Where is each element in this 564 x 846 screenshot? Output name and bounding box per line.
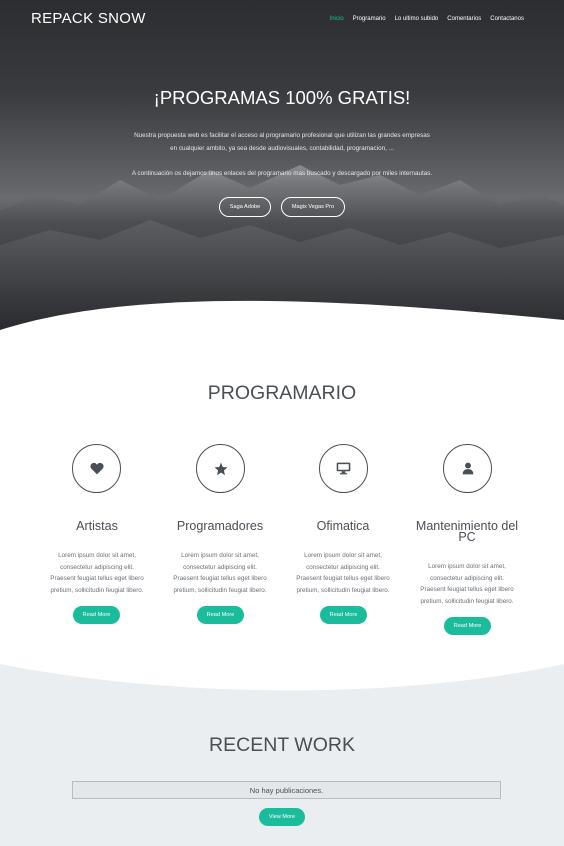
read-more-button-mantenimiento[interactable]: Read More <box>444 617 491 635</box>
read-more-button-ofimatica[interactable]: Read More <box>320 606 367 624</box>
service-title-mantenimiento: Mantenimiento del PC <box>415 519 519 544</box>
recent-work-title: RECENT WORK <box>209 734 355 756</box>
service-text-ofimatica: Lorem ipsum dolor sit amet, consectetur … <box>296 552 390 595</box>
programario-section: PROGRAMARIO Artistas Lorem ipsum dolor s… <box>0 330 564 700</box>
heart-icon-circle <box>72 444 121 493</box>
star-icon-circle <box>196 444 245 493</box>
nav-item-lo-ultimo-subido[interactable]: Lo ultimo subido <box>395 16 439 22</box>
nav-item-comentarios[interactable]: Comentarios <box>447 16 481 22</box>
monitor-icon-circle <box>319 444 368 493</box>
service-text-artistas: Lorem ipsum dolor sit amet, consectetur … <box>50 552 144 595</box>
magix-vegas-pro-button[interactable]: Magix Vegas Pro <box>281 197 345 217</box>
programario-title: PROGRAMARIO <box>207 382 357 404</box>
hero-section: REPACK SNOW Inicio Programario Lo ultimo… <box>0 0 564 330</box>
service-text-mantenimiento: Lorem ipsum dolor sit amet, consectetur … <box>420 563 514 606</box>
read-more-button-programadores[interactable]: Read More <box>197 606 244 624</box>
service-text-programadores: Lorem ipsum dolor sit amet, consectetur … <box>173 552 267 595</box>
service-title-programadores: Programadores <box>176 519 264 533</box>
hero-description-line3: A continuación os dejamos unos enlaces d… <box>131 170 433 177</box>
wave-divider-bottom <box>0 664 564 700</box>
service-title-ofimatica: Ofimatica <box>316 519 370 533</box>
star-icon <box>214 462 227 475</box>
nav-item-inicio[interactable]: Inicio <box>330 16 344 22</box>
view-more-button[interactable]: View More <box>259 808 305 826</box>
user-icon <box>462 462 473 475</box>
service-title-artistas: Artistas <box>76 519 118 533</box>
brand-logo[interactable]: REPACK SNOW <box>31 10 146 27</box>
read-more-button-artistas[interactable]: Read More <box>73 606 120 624</box>
monitor-icon <box>336 462 351 475</box>
nav-item-contactanos[interactable]: Contactanos <box>490 16 524 22</box>
no-publications-message: No hay publicaciones. <box>72 781 501 799</box>
nav-item-programario[interactable]: Programario <box>353 16 386 22</box>
hero-description-line1: Nuestra propuesta web es facilitar el ac… <box>134 132 430 139</box>
heart-icon <box>89 462 104 475</box>
user-icon-circle <box>443 444 492 493</box>
saga-adobe-button[interactable]: Saga Adobe <box>219 197 271 217</box>
hero-description-line2: en cualquier ambito, ya sea desde audiov… <box>170 145 394 152</box>
main-nav: Inicio Programario Lo ultimo subido Come… <box>330 16 524 22</box>
hero-title: ¡PROGRAMAS 100% GRATIS! <box>153 87 411 108</box>
